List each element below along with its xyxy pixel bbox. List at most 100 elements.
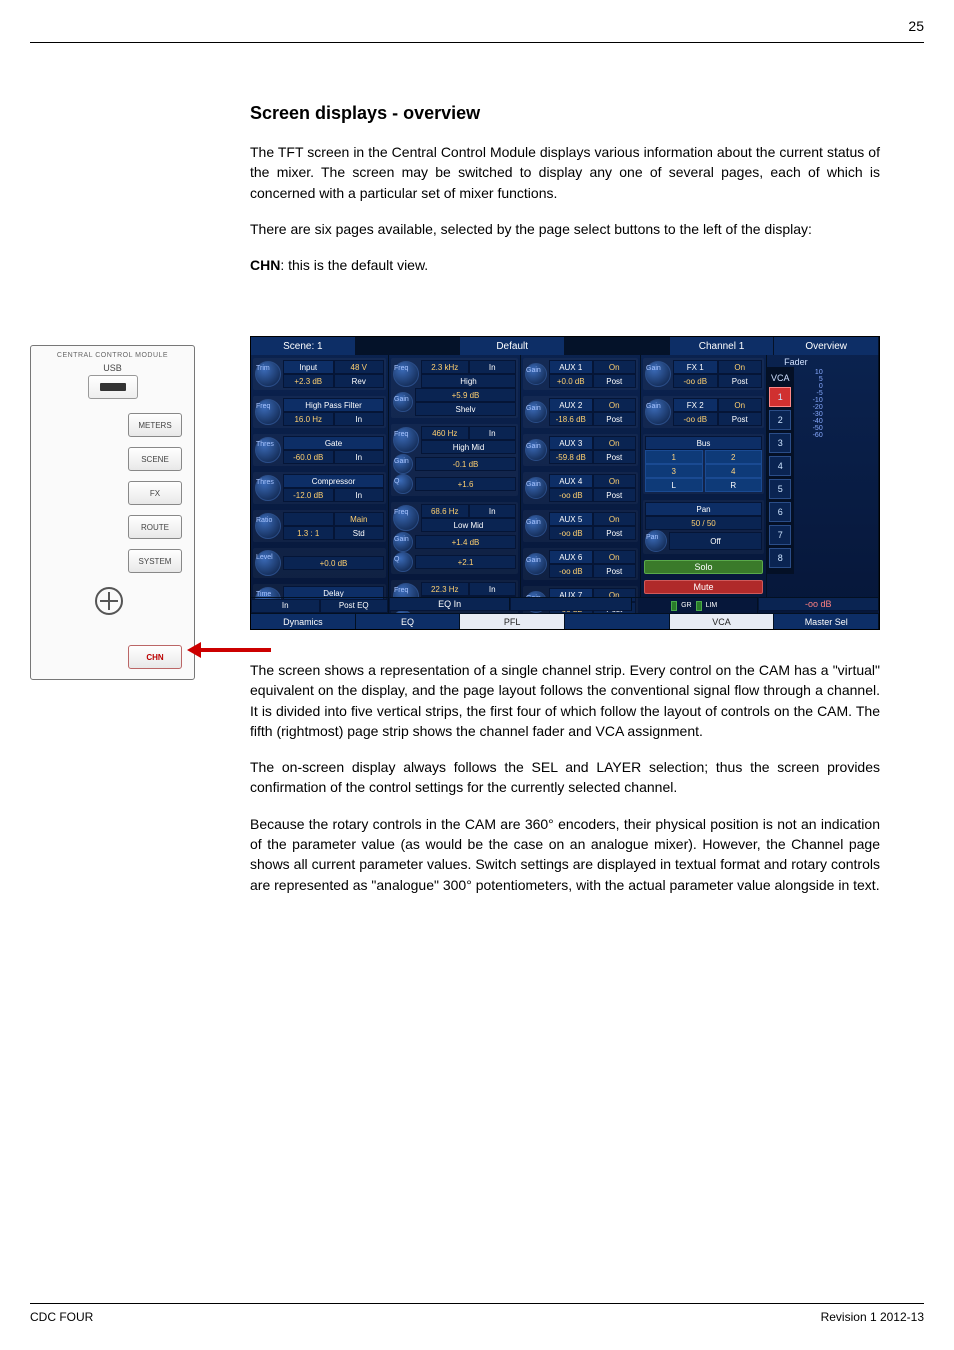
aux2-on[interactable]: On — [593, 398, 637, 412]
ratio-main[interactable]: Main — [334, 512, 385, 526]
eq2-q-knob[interactable]: Q — [393, 474, 413, 494]
aux2-gain-knob[interactable]: Gain — [525, 401, 547, 423]
aux4-gain-knob[interactable]: Gain — [525, 477, 547, 499]
bottom-dynamics[interactable]: Dynamics — [251, 613, 356, 629]
overview-label: Overview — [774, 337, 879, 355]
chn-screenshot: Scene: 1 Default Channel 1 Overview Trim… — [250, 336, 880, 630]
bus-2[interactable]: 2 — [705, 450, 763, 464]
vca-2[interactable]: 2 — [769, 410, 791, 430]
ratio-knob[interactable]: Ratio — [255, 513, 281, 539]
bottom-vca[interactable]: VCA — [670, 613, 775, 629]
aux2-title: AUX 2 — [549, 398, 593, 412]
aux1-post[interactable]: Post — [593, 374, 637, 388]
eq3-in[interactable]: In — [469, 504, 517, 518]
solo-button[interactable]: Solo — [644, 560, 763, 574]
48v-cell[interactable]: 48 V — [334, 360, 385, 374]
vca-7[interactable]: 7 — [769, 525, 791, 545]
aux8-gain-knob[interactable]: Gain — [525, 629, 547, 630]
gate-thres-knob[interactable]: Thres — [255, 437, 281, 463]
level-value: +0.0 dB — [283, 556, 384, 570]
lim-led-icon — [696, 601, 702, 611]
dyn-posteq[interactable]: Post EQ — [320, 599, 389, 613]
aux5-on[interactable]: On — [593, 512, 637, 526]
eq1-in[interactable]: In — [469, 360, 517, 374]
route-button[interactable]: ROUTE — [128, 515, 182, 539]
system-button[interactable]: SYSTEM — [128, 549, 182, 573]
aux4-on[interactable]: On — [593, 474, 637, 488]
pan-off[interactable]: Off — [669, 532, 762, 550]
aux1-gain-knob[interactable]: Gain — [525, 363, 547, 385]
fx1-on[interactable]: On — [718, 360, 763, 374]
bottom-eq[interactable]: EQ — [356, 613, 461, 629]
page-title: Screen displays - overview — [250, 100, 880, 126]
vca-5[interactable]: 5 — [769, 479, 791, 499]
aux2-post[interactable]: Post — [593, 412, 637, 426]
aux5-gain-knob[interactable]: Gain — [525, 515, 547, 537]
gate-in[interactable]: In — [334, 450, 385, 464]
fx-button[interactable]: FX — [128, 481, 182, 505]
bus-4[interactable]: 4 — [705, 464, 763, 478]
aux1-on[interactable]: On — [593, 360, 637, 374]
aux6-on[interactable]: On — [593, 550, 637, 564]
aux2-value: -18.6 dB — [549, 412, 593, 426]
fx2-post[interactable]: Post — [718, 412, 763, 426]
eq3-gain-knob[interactable]: Gain — [393, 532, 413, 552]
ratio-std[interactable]: Std — [334, 526, 385, 540]
vca-1[interactable]: 1 — [769, 387, 791, 407]
eq2-gain-knob[interactable]: Gain — [393, 454, 413, 474]
fx1-gain-knob[interactable]: Gain — [645, 361, 671, 387]
eq-in[interactable]: EQ In — [389, 597, 510, 611]
fader-oo: -oo dB — [758, 597, 879, 611]
level-knob[interactable]: Level — [255, 550, 281, 576]
bus-l[interactable]: L — [645, 478, 703, 492]
fader-tick: 10 — [795, 369, 823, 376]
arrow-icon — [199, 648, 271, 652]
gr-label: GR — [681, 602, 692, 609]
fx2-gain-knob[interactable]: Gain — [645, 399, 671, 425]
input-title: Input — [283, 360, 334, 374]
eq1-type[interactable]: Shelv — [415, 402, 516, 416]
pan-knob[interactable]: Pan — [645, 530, 667, 552]
trim-knob[interactable]: Trim — [255, 361, 281, 387]
aux6-post[interactable]: Post — [593, 564, 637, 578]
aux3-on[interactable]: On — [593, 436, 637, 450]
eq1-gain-knob[interactable]: Gain — [393, 392, 413, 412]
vca-3[interactable]: 3 — [769, 433, 791, 453]
bus-r[interactable]: R — [705, 478, 763, 492]
eq2-band: High Mid — [421, 440, 516, 454]
vca-8[interactable]: 8 — [769, 548, 791, 568]
vca-6[interactable]: 6 — [769, 502, 791, 522]
meters-button[interactable]: METERS — [128, 413, 182, 437]
eq2-in[interactable]: In — [469, 426, 517, 440]
eq1-freq-knob[interactable]: Freq — [393, 361, 419, 387]
bus-3[interactable]: 3 — [645, 464, 703, 478]
aux-blank — [510, 597, 631, 611]
rev-cell[interactable]: Rev — [334, 374, 385, 388]
aux3-post[interactable]: Post — [593, 450, 637, 464]
bus-1[interactable]: 1 — [645, 450, 703, 464]
dyn-in[interactable]: In — [251, 599, 320, 613]
mute-button[interactable]: Mute — [644, 580, 763, 594]
bottom-master[interactable]: Master Sel — [774, 613, 879, 629]
aux6-gain-knob[interactable]: Gain — [525, 553, 547, 575]
aux3-gain-knob[interactable]: Gain — [525, 439, 547, 461]
eq3-freq-knob[interactable]: Freq — [393, 505, 419, 531]
scene-button[interactable]: SCENE — [128, 447, 182, 471]
vca-4[interactable]: 4 — [769, 456, 791, 476]
hpf-in[interactable]: In — [334, 412, 385, 426]
aux5-post[interactable]: Post — [593, 526, 637, 540]
eq3-q-knob[interactable]: Q — [393, 552, 413, 572]
fader-tick: -60 — [795, 432, 823, 439]
comp-in[interactable]: In — [334, 488, 385, 502]
hpf-freq-knob[interactable]: Freq — [255, 399, 281, 425]
fx2-on[interactable]: On — [718, 398, 763, 412]
aux4-post[interactable]: Post — [593, 488, 637, 502]
chn-button[interactable]: CHN — [128, 645, 182, 669]
fx1-post[interactable]: Post — [718, 374, 763, 388]
chn-label: CHN — [250, 257, 280, 273]
comp-thres-knob[interactable]: Thres — [255, 475, 281, 501]
eq2-freq-knob[interactable]: Freq — [393, 427, 419, 453]
aux5-value: -oo dB — [549, 526, 593, 540]
bottom-pfl[interactable]: PFL — [460, 613, 565, 629]
eq4-in[interactable]: In — [469, 582, 517, 596]
